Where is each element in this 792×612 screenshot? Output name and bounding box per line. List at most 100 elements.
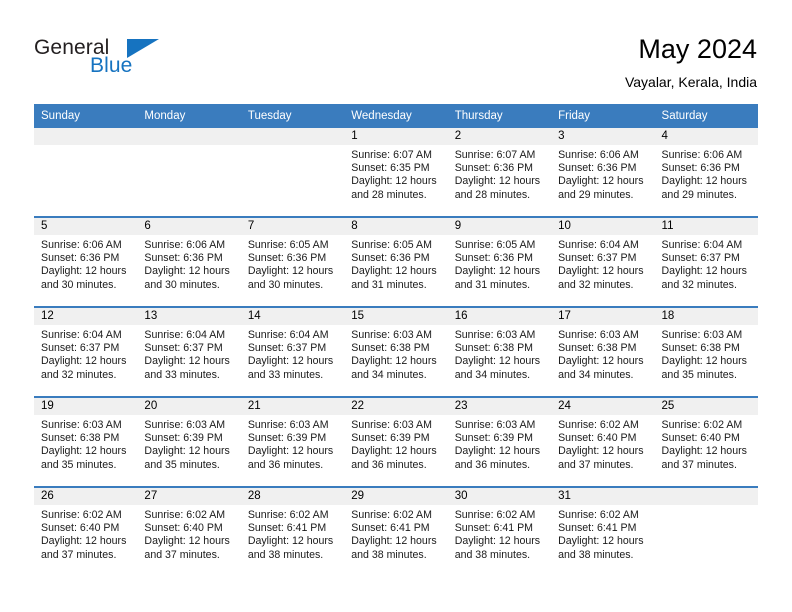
daylight-text: Daylight: 12 hours and 38 minutes. bbox=[351, 535, 437, 561]
day-number: 31 bbox=[551, 488, 655, 505]
daylight-text: Daylight: 12 hours and 35 minutes. bbox=[41, 445, 127, 471]
weekday-header-tuesday: Tuesday bbox=[240, 104, 345, 128]
day-cell[interactable]: 26 Sunrise: 6:02 AM Sunset: 6:40 PM Dayligh… bbox=[34, 488, 138, 576]
day-cell[interactable]: 25 Sunrise: 6:02 AM Sunset: 6:40 PM Dayligh… bbox=[654, 398, 758, 486]
day-cell-empty bbox=[34, 128, 138, 216]
calendar-body: 1 Sunrise: 6:07 AM Sunset: 6:35 PM Daylight… bbox=[34, 128, 758, 576]
sunrise-text: Sunrise: 6:06 AM bbox=[41, 239, 122, 251]
day-cell[interactable]: 21 Sunrise: 6:03 AM Sunset: 6:39 PM Dayligh… bbox=[240, 398, 345, 486]
day-number: 16 bbox=[447, 308, 552, 325]
daylight-text: Daylight: 12 hours and 30 minutes. bbox=[41, 265, 127, 291]
day-cell[interactable]: 27 Sunrise: 6:02 AM Sunset: 6:40 PM Dayligh… bbox=[137, 488, 241, 576]
day-cell[interactable]: 1 Sunrise: 6:07 AM Sunset: 6:35 PM Daylight… bbox=[344, 128, 448, 216]
calendar-cell: 24 Sunrise: 6:02 AM Sunset: 6:40 PM Dayligh… bbox=[551, 396, 655, 487]
daylight-text: Daylight: 12 hours and 30 minutes. bbox=[247, 265, 334, 291]
day-cell[interactable]: 3 Sunrise: 6:06 AM Sunset: 6:36 PM Daylight… bbox=[551, 128, 655, 216]
day-details: Sunrise: 6:03 AM Sunset: 6:38 PM Daylight:… bbox=[34, 415, 137, 472]
day-cell[interactable]: 18 Sunrise: 6:03 AM Sunset: 6:38 PM Dayligh… bbox=[654, 308, 758, 396]
day-number: 22 bbox=[344, 398, 448, 415]
daylight-text: Daylight: 12 hours and 36 minutes. bbox=[454, 445, 541, 471]
day-number: 13 bbox=[137, 308, 241, 325]
daylight-text: Daylight: 12 hours and 38 minutes. bbox=[454, 535, 541, 561]
sunrise-text: Sunrise: 6:02 AM bbox=[454, 509, 536, 521]
daylight-text: Daylight: 12 hours and 38 minutes. bbox=[247, 535, 334, 561]
sunrise-text: Sunrise: 6:05 AM bbox=[454, 239, 536, 251]
calendar-cell: 28 Sunrise: 6:02 AM Sunset: 6:41 PM Dayligh… bbox=[240, 486, 345, 576]
day-cell[interactable]: 29 Sunrise: 6:02 AM Sunset: 6:41 PM Dayligh… bbox=[344, 488, 448, 576]
day-cell[interactable]: 14 Sunrise: 6:04 AM Sunset: 6:37 PM Dayligh… bbox=[240, 308, 345, 396]
daylight-text: Daylight: 12 hours and 35 minutes. bbox=[661, 355, 747, 381]
day-cell[interactable]: 15 Sunrise: 6:03 AM Sunset: 6:38 PM Dayligh… bbox=[344, 308, 448, 396]
day-cell[interactable]: 5 Sunrise: 6:06 AM Sunset: 6:36 PM Daylight… bbox=[34, 218, 138, 306]
day-details: Sunrise: 6:02 AM Sunset: 6:41 PM Daylight:… bbox=[448, 505, 551, 562]
sunrise-text: Sunrise: 6:02 AM bbox=[247, 509, 329, 521]
calendar-cell: 16 Sunrise: 6:03 AM Sunset: 6:38 PM Dayligh… bbox=[447, 306, 552, 397]
calendar-cell bbox=[654, 486, 758, 576]
day-details: Sunrise: 6:03 AM Sunset: 6:39 PM Daylight:… bbox=[344, 415, 447, 472]
weekday-header-saturday: Saturday bbox=[654, 104, 758, 128]
calendar-cell bbox=[240, 128, 345, 217]
day-cell[interactable]: 4 Sunrise: 6:06 AM Sunset: 6:36 PM Daylight… bbox=[654, 128, 758, 216]
day-cell[interactable]: 31 Sunrise: 6:02 AM Sunset: 6:41 PM Dayligh… bbox=[551, 488, 655, 576]
day-number: 2 bbox=[447, 128, 552, 145]
day-cell[interactable]: 23 Sunrise: 6:03 AM Sunset: 6:39 PM Dayligh… bbox=[447, 398, 552, 486]
sunset-text: Sunset: 6:41 PM bbox=[351, 522, 430, 535]
day-cell[interactable]: 30 Sunrise: 6:02 AM Sunset: 6:41 PM Dayligh… bbox=[447, 488, 552, 576]
sunset-text: Sunset: 6:36 PM bbox=[41, 252, 120, 265]
day-details: Sunrise: 6:03 AM Sunset: 6:39 PM Daylight:… bbox=[241, 415, 344, 472]
day-number: 30 bbox=[447, 488, 552, 505]
day-cell[interactable]: 19 Sunrise: 6:03 AM Sunset: 6:38 PM Dayligh… bbox=[34, 398, 138, 486]
day-details: Sunrise: 6:05 AM Sunset: 6:36 PM Daylight:… bbox=[241, 235, 344, 292]
calendar-week-row: 19 Sunrise: 6:03 AM Sunset: 6:38 PM Dayligh… bbox=[34, 396, 758, 487]
daylight-text: Daylight: 12 hours and 33 minutes. bbox=[247, 355, 334, 381]
day-cell[interactable]: 22 Sunrise: 6:03 AM Sunset: 6:39 PM Dayligh… bbox=[344, 398, 448, 486]
sunrise-text: Sunrise: 6:04 AM bbox=[558, 239, 639, 251]
sunset-text: Sunset: 6:39 PM bbox=[454, 432, 534, 445]
calendar-cell: 3 Sunrise: 6:06 AM Sunset: 6:36 PM Daylight… bbox=[551, 128, 655, 217]
general-blue-logo[interactable]: General Blue bbox=[34, 36, 264, 82]
title-block: May 2024 Vayalar, Kerala, India bbox=[625, 32, 757, 92]
day-cell-empty bbox=[654, 488, 758, 576]
day-cell[interactable]: 2 Sunrise: 6:07 AM Sunset: 6:36 PM Daylight… bbox=[447, 128, 552, 216]
day-details: Sunrise: 6:07 AM Sunset: 6:36 PM Daylight:… bbox=[448, 145, 551, 202]
sunset-text: Sunset: 6:38 PM bbox=[351, 342, 430, 355]
day-cell[interactable]: 8 Sunrise: 6:05 AM Sunset: 6:36 PM Daylight… bbox=[344, 218, 448, 306]
day-details: Sunrise: 6:04 AM Sunset: 6:37 PM Daylight:… bbox=[137, 325, 240, 382]
day-number bbox=[137, 128, 241, 145]
day-cell[interactable]: 28 Sunrise: 6:02 AM Sunset: 6:41 PM Dayligh… bbox=[240, 488, 345, 576]
sunrise-text: Sunrise: 6:07 AM bbox=[351, 149, 432, 161]
day-cell[interactable]: 16 Sunrise: 6:03 AM Sunset: 6:38 PM Dayligh… bbox=[447, 308, 552, 396]
sunrise-text: Sunrise: 6:03 AM bbox=[454, 419, 536, 431]
sunset-text: Sunset: 6:37 PM bbox=[661, 252, 740, 265]
calendar-week-row: 26 Sunrise: 6:02 AM Sunset: 6:40 PM Dayligh… bbox=[34, 486, 758, 576]
day-cell[interactable]: 6 Sunrise: 6:06 AM Sunset: 6:36 PM Daylight… bbox=[137, 218, 241, 306]
calendar-cell: 6 Sunrise: 6:06 AM Sunset: 6:36 PM Daylight… bbox=[137, 216, 241, 307]
day-cell[interactable]: 24 Sunrise: 6:02 AM Sunset: 6:40 PM Dayligh… bbox=[551, 398, 655, 486]
day-cell[interactable]: 20 Sunrise: 6:03 AM Sunset: 6:39 PM Dayligh… bbox=[137, 398, 241, 486]
sunset-text: Sunset: 6:35 PM bbox=[351, 162, 430, 175]
day-number: 5 bbox=[34, 218, 138, 235]
sunrise-text: Sunrise: 6:05 AM bbox=[351, 239, 432, 251]
calendar-cell bbox=[137, 128, 241, 217]
daylight-text: Daylight: 12 hours and 29 minutes. bbox=[558, 175, 644, 201]
day-number: 12 bbox=[34, 308, 138, 325]
day-number: 1 bbox=[344, 128, 448, 145]
day-details: Sunrise: 6:03 AM Sunset: 6:39 PM Daylight:… bbox=[448, 415, 551, 472]
calendar-cell: 21 Sunrise: 6:03 AM Sunset: 6:39 PM Dayligh… bbox=[240, 396, 345, 487]
day-number: 17 bbox=[551, 308, 655, 325]
daylight-text: Daylight: 12 hours and 34 minutes. bbox=[558, 355, 644, 381]
daylight-text: Daylight: 12 hours and 36 minutes. bbox=[247, 445, 334, 471]
day-cell[interactable]: 10 Sunrise: 6:04 AM Sunset: 6:37 PM Dayligh… bbox=[551, 218, 655, 306]
day-cell-empty bbox=[240, 128, 345, 216]
day-cell[interactable]: 13 Sunrise: 6:04 AM Sunset: 6:37 PM Dayligh… bbox=[137, 308, 241, 396]
day-cell[interactable]: 9 Sunrise: 6:05 AM Sunset: 6:36 PM Daylight… bbox=[447, 218, 552, 306]
sunrise-text: Sunrise: 6:02 AM bbox=[558, 419, 639, 431]
calendar-cell: 27 Sunrise: 6:02 AM Sunset: 6:40 PM Dayligh… bbox=[137, 486, 241, 576]
sunset-text: Sunset: 6:36 PM bbox=[454, 252, 534, 265]
sunrise-text: Sunrise: 6:03 AM bbox=[661, 329, 743, 341]
day-cell[interactable]: 7 Sunrise: 6:05 AM Sunset: 6:36 PM Daylight… bbox=[240, 218, 345, 306]
day-cell[interactable]: 12 Sunrise: 6:04 AM Sunset: 6:37 PM Dayligh… bbox=[34, 308, 138, 396]
day-cell[interactable]: 11 Sunrise: 6:04 AM Sunset: 6:37 PM Dayligh… bbox=[654, 218, 758, 306]
day-cell[interactable]: 17 Sunrise: 6:03 AM Sunset: 6:38 PM Dayligh… bbox=[551, 308, 655, 396]
day-details: Sunrise: 6:02 AM Sunset: 6:40 PM Daylight:… bbox=[137, 505, 240, 562]
